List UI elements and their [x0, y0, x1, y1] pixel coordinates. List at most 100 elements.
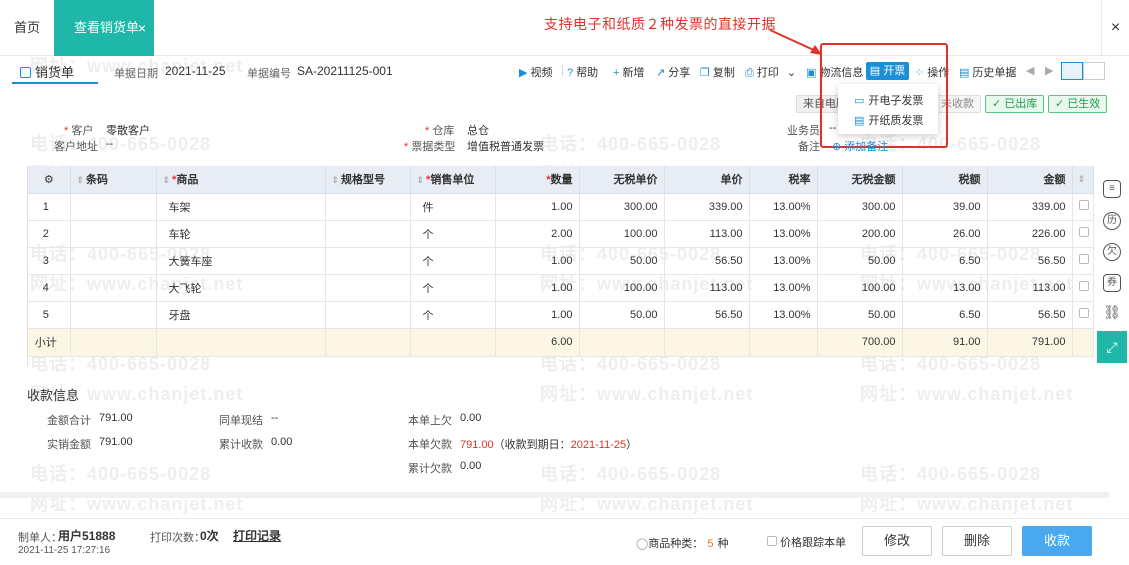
table-cell[interactable]: 113.00 — [987, 274, 1073, 302]
table-cell[interactable] — [325, 247, 411, 275]
invoice-type-value[interactable]: 增值税普通发票 — [467, 138, 544, 154]
table-cell[interactable]: 13.00% — [749, 220, 818, 248]
table-cell[interactable]: 大簧车座 — [156, 247, 326, 275]
table-cell[interactable]: 50.00 — [817, 301, 903, 329]
table-cell[interactable]: 50.00 — [817, 247, 903, 275]
table-cell[interactable]: 100.00 — [579, 220, 665, 248]
table-cell[interactable] — [325, 301, 411, 329]
tab-view-sales-order[interactable]: 查看销货单 × — [54, 0, 154, 56]
table-cell[interactable]: 339.00 — [987, 193, 1073, 221]
table-cell[interactable] — [70, 247, 157, 275]
column-settings-icon[interactable]: ⚙ — [28, 166, 71, 194]
table-cell[interactable]: 6.50 — [902, 301, 988, 329]
history-round-icon[interactable]: 历 — [1103, 212, 1121, 230]
print-log-link[interactable]: 打印记录 — [233, 527, 281, 544]
card-view-icon[interactable] — [1083, 62, 1105, 80]
expand-icon[interactable]: ⤢ — [1097, 331, 1127, 363]
table-cell[interactable] — [325, 193, 411, 221]
table-cell[interactable]: 100.00 — [579, 274, 665, 302]
table-row[interactable]: 1 车架件 1.00 300.00 339.00 13.00% 300.00 39.00 339… — [28, 193, 1094, 221]
table-cell[interactable]: 50.00 — [579, 247, 665, 275]
table-cell[interactable]: 50.00 — [579, 301, 665, 329]
table-cell[interactable]: 2.00 — [495, 220, 580, 248]
table-cell[interactable]: 大飞轮 — [156, 274, 326, 302]
checkbox-icon[interactable] — [1078, 308, 1089, 318]
table-cell[interactable]: 件 — [410, 193, 496, 221]
history-button[interactable]: ▤ 历史单据 — [959, 64, 1016, 80]
table-row[interactable]: 3 大簧车座个 1.00 50.00 56.50 13.00% 50.00 6.50 56.50 — [28, 247, 1094, 275]
row-checkbox-cell[interactable] — [1072, 193, 1094, 221]
table-cell[interactable]: 13.00% — [749, 247, 818, 275]
table-cell[interactable]: 1.00 — [495, 247, 580, 275]
table-cell[interactable]: 39.00 — [902, 193, 988, 221]
copy-button[interactable]: ❐ 复制 — [700, 64, 735, 80]
table-row[interactable]: 5 牙盘个 1.00 50.00 56.50 13.00% 50.00 6.50 56.50 — [28, 301, 1094, 329]
table-row[interactable]: 4 大飞轮个 1.00 100.00 113.00 13.00% 100.00 13.00 11… — [28, 274, 1094, 302]
owe-icon[interactable]: 欠 — [1103, 243, 1121, 261]
table-cell[interactable]: 13.00% — [749, 274, 818, 302]
table-cell[interactable] — [325, 274, 411, 302]
edit-button[interactable]: 修改 — [862, 526, 932, 556]
warehouse-value[interactable]: 总仓 — [467, 122, 489, 138]
attachment-icon[interactable]: ⛓ — [1103, 305, 1121, 323]
table-cell[interactable]: 个 — [410, 301, 496, 329]
table-cell[interactable]: 226.00 — [987, 220, 1073, 248]
col-header-unit[interactable]: ⇕ *销售单位 — [410, 166, 496, 194]
col-header-notax-price[interactable]: 无税单价 — [579, 166, 665, 194]
delete-button[interactable]: 删除 — [942, 526, 1012, 556]
table-cell[interactable]: 车轮 — [156, 220, 326, 248]
table-cell[interactable]: 车架 — [156, 193, 326, 221]
coupon-icon[interactable]: 券 — [1103, 274, 1121, 292]
table-cell[interactable]: 1.00 — [495, 274, 580, 302]
row-checkbox-cell[interactable] — [1072, 247, 1094, 275]
col-header-barcode[interactable]: ⇕ 条码 — [70, 166, 157, 194]
table-cell[interactable]: 56.50 — [664, 301, 750, 329]
customer-value[interactable]: 零散客户 — [106, 122, 150, 138]
list-view-icon[interactable] — [1061, 62, 1083, 80]
table-cell[interactable]: 6.50 — [902, 247, 988, 275]
table-cell[interactable] — [70, 193, 157, 221]
table-cell[interactable]: 26.00 — [902, 220, 988, 248]
table-cell[interactable]: 339.00 — [664, 193, 750, 221]
col-header-price[interactable]: 单价 — [664, 166, 750, 194]
help-button[interactable]: ? 帮助 — [567, 64, 598, 80]
table-cell[interactable]: 56.50 — [664, 247, 750, 275]
table-cell[interactable]: 个 — [410, 274, 496, 302]
salesman-value[interactable]: -- — [829, 122, 836, 134]
table-cell[interactable]: 1.00 — [495, 301, 580, 329]
prev-icon[interactable]: ◀ — [1026, 64, 1034, 77]
table-cell[interactable]: 13.00% — [749, 193, 818, 221]
video-button[interactable]: ▶ 视频 — [519, 64, 552, 80]
table-cell[interactable]: 56.50 — [987, 301, 1073, 329]
table-row[interactable]: 2 车轮 个 2.00 100.00 113.00 13.00% 200.00 26.00 226… — [28, 220, 1094, 248]
price-follow-checkbox[interactable]: 价格跟踪本单 — [767, 534, 846, 550]
table-cell[interactable] — [325, 220, 411, 248]
new-button[interactable]: + 新增 — [613, 64, 644, 80]
table-cell[interactable]: 200.00 — [817, 220, 903, 248]
table-cell[interactable] — [70, 301, 157, 329]
col-header-tax-rate[interactable]: 税率 — [749, 166, 818, 194]
add-remark-link[interactable]: ⊕ 添加备注 — [832, 138, 888, 154]
col-header-amount[interactable]: 金额 — [987, 166, 1073, 194]
checkbox-icon[interactable] — [1078, 281, 1089, 291]
checkbox-icon[interactable] — [1078, 254, 1089, 264]
table-cell[interactable]: 个 — [410, 247, 496, 275]
table-cell[interactable]: 300.00 — [579, 193, 665, 221]
col-header-tax[interactable]: 税额 — [902, 166, 988, 194]
table-cell[interactable]: 13.00% — [749, 301, 818, 329]
next-icon[interactable]: ▶ — [1045, 64, 1053, 77]
checkbox-icon[interactable] — [767, 536, 777, 546]
col-header-notax-amount[interactable]: 无税金额 — [817, 166, 903, 194]
tab-close-icon[interactable]: × — [138, 0, 146, 56]
table-cell[interactable]: 牙盘 — [156, 301, 326, 329]
checkbox-icon[interactable] — [1078, 227, 1089, 237]
checkbox-icon[interactable] — [1078, 200, 1089, 210]
table-cell[interactable]: 300.00 — [817, 193, 903, 221]
row-checkbox-cell[interactable] — [1072, 220, 1094, 248]
collect-button[interactable]: 收款 — [1022, 526, 1092, 556]
table-cell[interactable]: 1.00 — [495, 193, 580, 221]
table-cell[interactable] — [70, 274, 157, 302]
address-value[interactable]: -- — [106, 138, 113, 150]
col-header-qty[interactable]: *数量 — [495, 166, 580, 194]
table-cell[interactable]: 13.00 — [902, 274, 988, 302]
